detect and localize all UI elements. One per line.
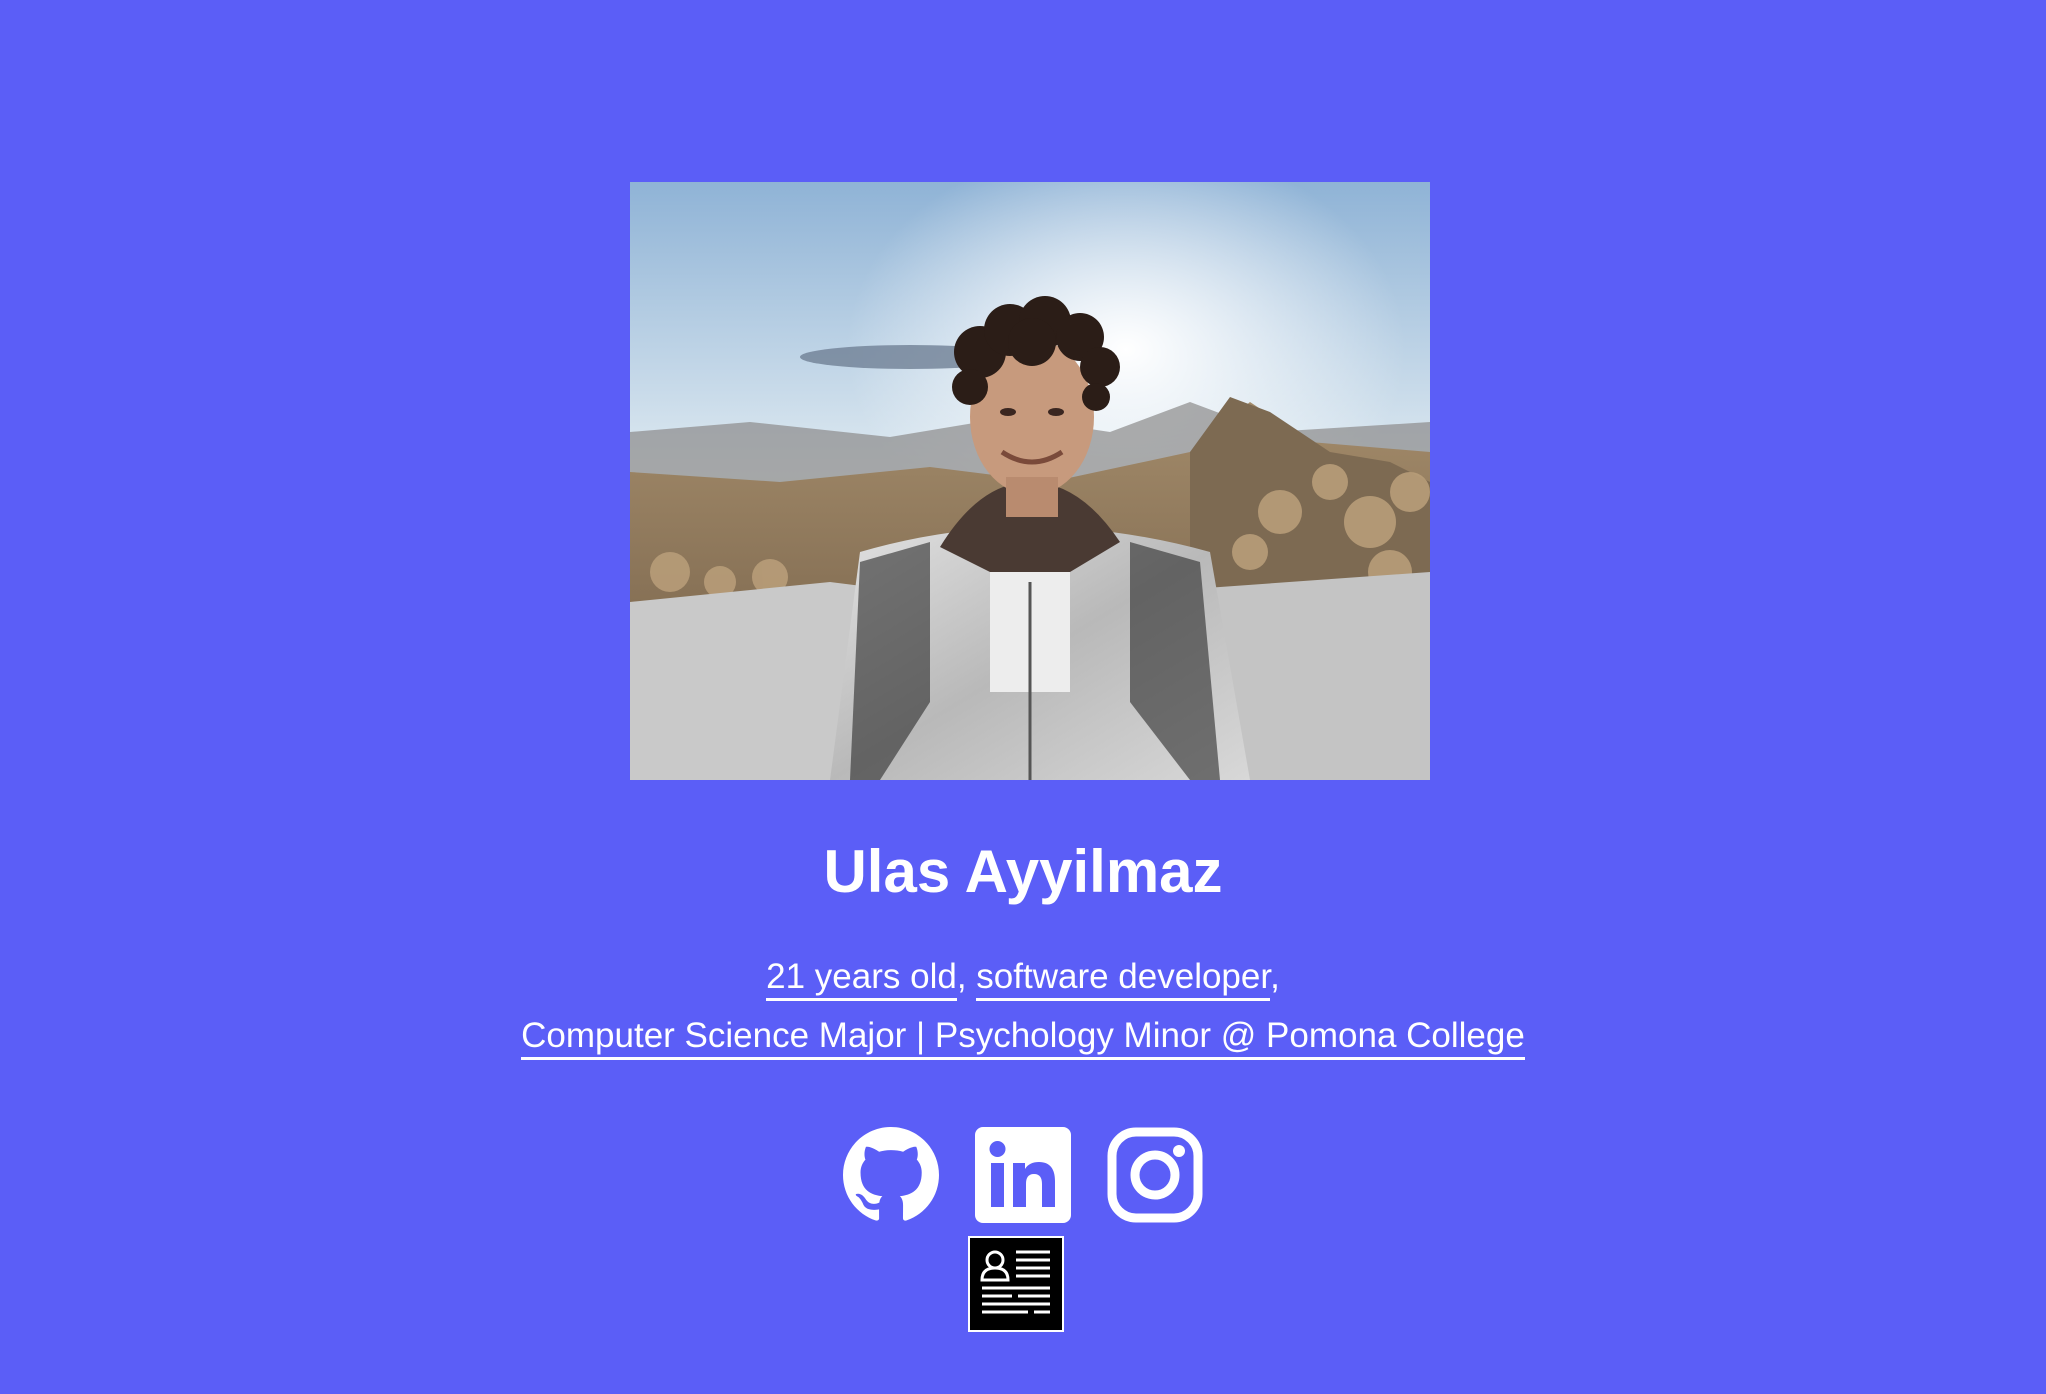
linkedin-link[interactable] [975,1127,1071,1223]
instagram-link[interactable] [1107,1127,1203,1223]
profile-tagline: 21 years old, software developer, [0,955,2046,1001]
role-link[interactable]: software developer [976,957,1271,1001]
social-links [0,1127,2046,1223]
age-link[interactable]: 21 years old [766,957,957,1001]
page: Ulas Ayyilmaz 21 years old, software dev… [0,0,2046,1394]
education-link[interactable]: Computer Science Major | Psychology Mino… [521,1016,1525,1060]
separator: , [956,957,967,996]
github-link[interactable] [843,1127,939,1223]
profile-name: Ulas Ayyilmaz [823,838,1223,905]
profile-education: Computer Science Major | Psychology Mino… [0,1014,2046,1060]
github-icon [843,1127,939,1221]
profile-photo [630,182,1430,780]
instagram-icon [1107,1127,1203,1223]
resume-icon [968,1236,1064,1332]
linkedin-icon [975,1127,1071,1223]
profile-photo-art [630,182,1430,780]
resume-link[interactable] [968,1236,1064,1332]
separator: , [1270,957,1280,996]
